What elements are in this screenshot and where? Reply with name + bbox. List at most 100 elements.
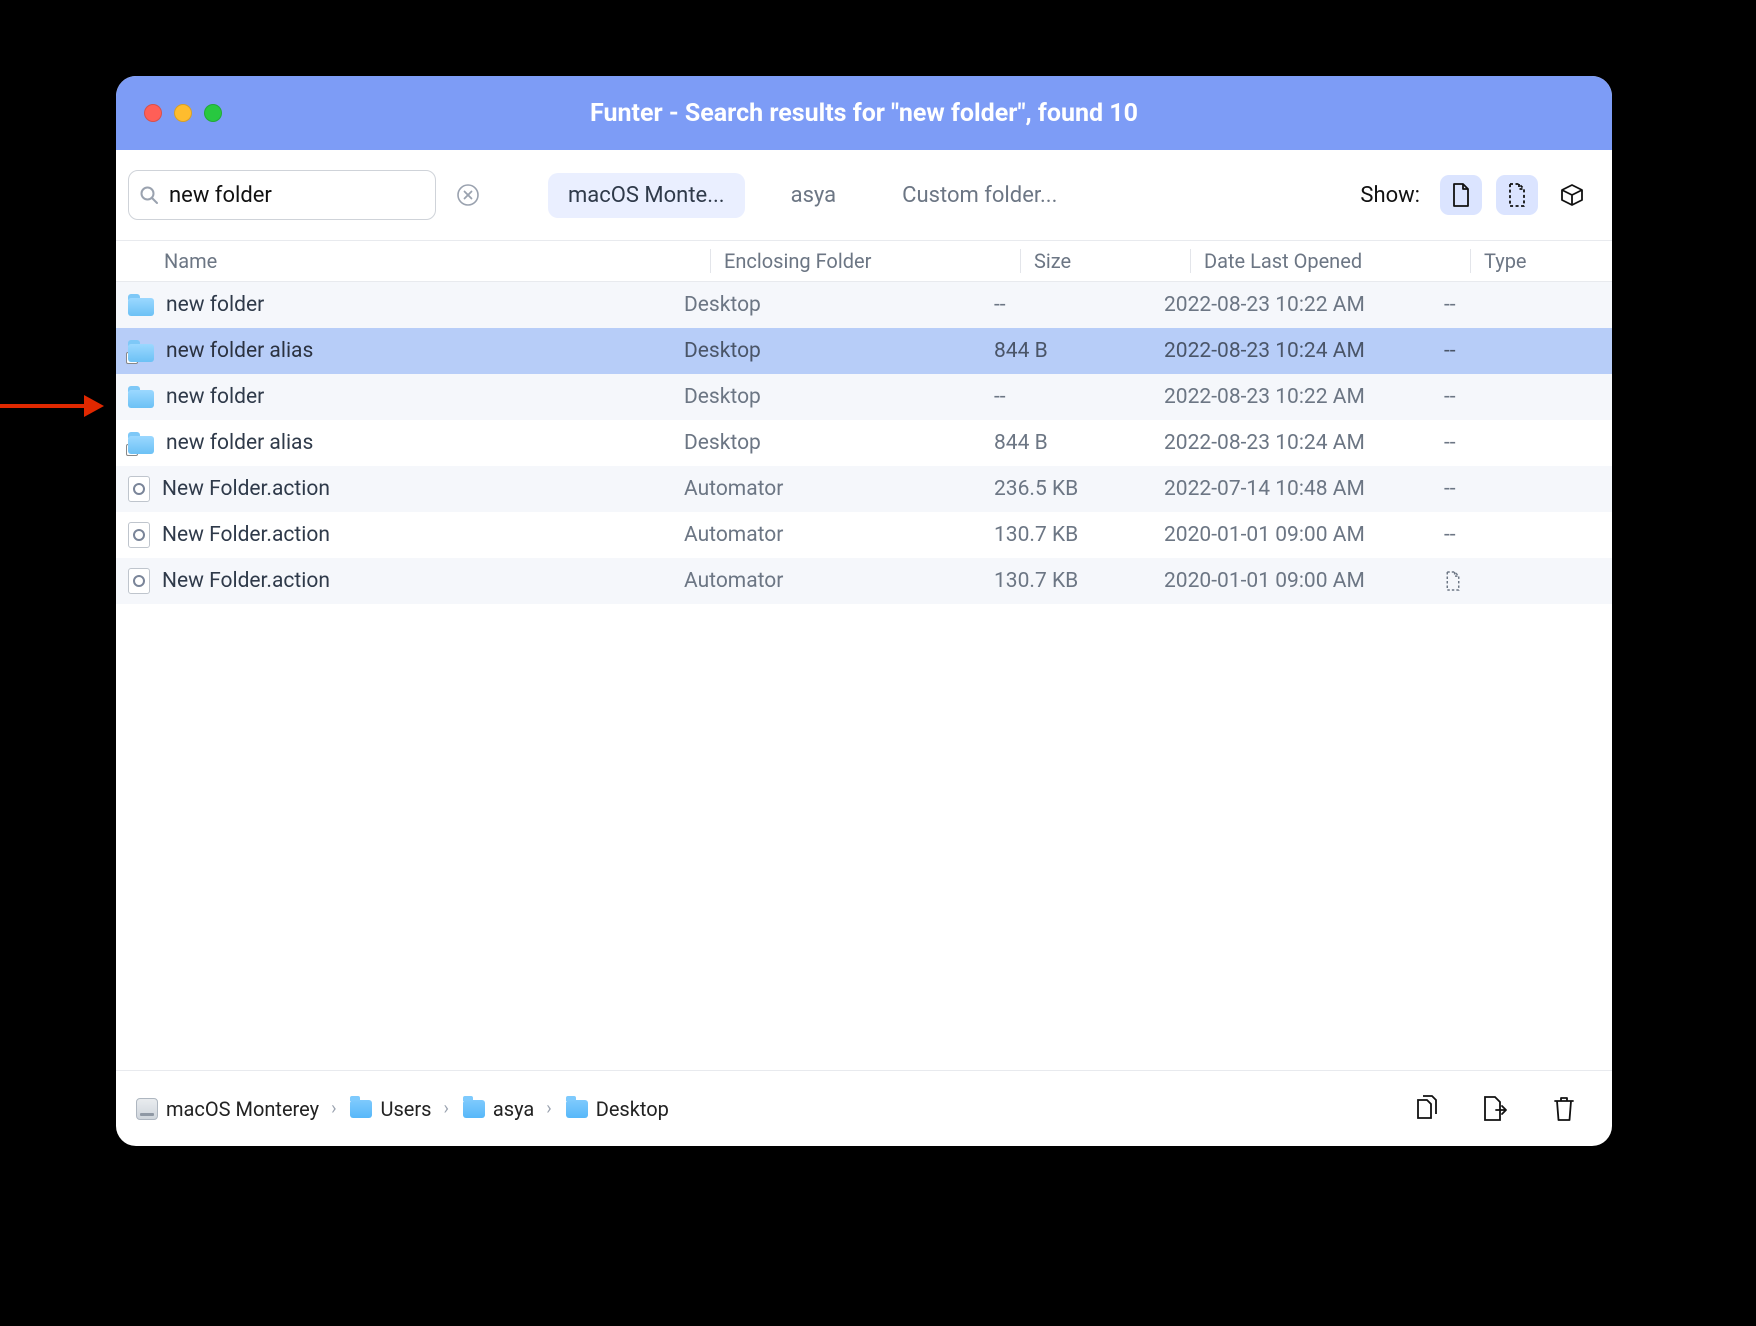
package-icon [1559, 182, 1585, 208]
file-name: new folder [166, 293, 264, 317]
copy-icon [1415, 1094, 1441, 1124]
scope-tab-macos[interactable]: macOS Monte... [548, 173, 745, 218]
cell-date: 2022-08-23 10:24 AM [1164, 339, 1444, 363]
close-window-button[interactable] [144, 104, 162, 122]
col-enclosing[interactable]: Enclosing Folder [720, 241, 1030, 281]
table-row[interactable]: new folderDesktop--2022-08-23 10:22 AM-- [116, 374, 1612, 420]
folder-alias-icon: ↗ [128, 340, 154, 362]
folder-icon [128, 294, 154, 316]
cell-name: New Folder.action [124, 568, 684, 594]
path-label: asya [493, 1097, 534, 1121]
action-file-icon [128, 476, 150, 502]
cell-type: -- [1444, 431, 1554, 455]
show-packages-toggle[interactable] [1552, 175, 1592, 215]
action-file-icon [128, 568, 150, 594]
cell-date: 2022-07-14 10:48 AM [1164, 477, 1444, 501]
scope-tab-user[interactable]: asya [771, 173, 857, 218]
cell-enclosing: Automator [684, 569, 994, 593]
cell-type: -- [1444, 385, 1554, 409]
file-name: New Folder.action [162, 523, 330, 547]
show-visible-toggle[interactable] [1440, 175, 1482, 215]
path-segment-desktop[interactable]: Desktop [566, 1097, 669, 1121]
table-row[interactable]: New Folder.actionAutomator236.5 KB2022-0… [116, 466, 1612, 512]
action-file-icon [128, 522, 150, 548]
copy-button[interactable] [1408, 1089, 1448, 1129]
path-label: macOS Monterey [166, 1097, 319, 1121]
cell-enclosing: Desktop [684, 293, 994, 317]
search-field[interactable] [128, 170, 436, 220]
zoom-window-button[interactable] [204, 104, 222, 122]
folder-icon [463, 1100, 485, 1118]
titlebar[interactable]: Funter - Search results for "new folder"… [116, 76, 1612, 150]
cell-size: 844 B [994, 431, 1164, 455]
clear-icon [457, 184, 479, 206]
path-segment-root[interactable]: macOS Monterey › [136, 1097, 340, 1121]
table-row[interactable]: ↗new folder aliasDesktop844 B2022-08-23 … [116, 420, 1612, 466]
file-name: new folder alias [166, 339, 313, 363]
file-name: New Folder.action [162, 477, 330, 501]
toolbar-right-group: Show: [1360, 175, 1592, 215]
cell-name: ↗ new folder alias [124, 431, 684, 455]
show-label: Show: [1360, 183, 1420, 208]
file-name: new folder alias [166, 431, 313, 455]
cell-type [1444, 570, 1554, 592]
cell-size: -- [994, 293, 1164, 317]
toolbar: macOS Monte... asya Custom folder... Sho… [116, 150, 1612, 240]
hidden-file-icon [1444, 570, 1462, 592]
clear-search-button[interactable] [457, 183, 479, 207]
col-name[interactable]: Name [160, 241, 720, 281]
window-title: Funter - Search results for "new folder"… [116, 99, 1612, 128]
chevron-right-icon: › [546, 1098, 551, 1119]
path-bar: macOS Monterey › Users › asya › Desktop [116, 1070, 1612, 1146]
annotation-arrow [0, 395, 104, 415]
scope-tab-custom[interactable]: Custom folder... [882, 173, 1077, 218]
folder-icon [350, 1100, 372, 1118]
cell-enclosing: Desktop [684, 431, 994, 455]
cell-type: -- [1444, 523, 1554, 547]
results-table: Name Enclosing Folder Size Date Last Ope… [116, 240, 1612, 1070]
col-date[interactable]: Date Last Opened [1200, 241, 1480, 281]
file-icon [1450, 182, 1472, 208]
path-segment-users[interactable]: Users › [350, 1097, 452, 1121]
trash-icon [1552, 1095, 1576, 1123]
search-icon [139, 185, 159, 205]
search-input[interactable] [169, 183, 447, 208]
table-row[interactable]: new folderDesktop--2022-08-23 10:22 AM-- [116, 282, 1612, 328]
scope-tabs: macOS Monte... asya Custom folder... [548, 173, 1077, 218]
cell-name: New Folder.action [124, 522, 684, 548]
cell-name: ↗ new folder alias [124, 339, 684, 363]
cell-size: -- [994, 385, 1164, 409]
col-type[interactable]: Type [1480, 241, 1590, 281]
move-button[interactable] [1476, 1089, 1516, 1129]
cell-type: -- [1444, 293, 1554, 317]
table-row[interactable]: New Folder.actionAutomator130.7 KB2020-0… [116, 558, 1612, 604]
table-header[interactable]: Name Enclosing Folder Size Date Last Ope… [116, 240, 1612, 282]
cell-name: new folder [124, 293, 684, 317]
table-row[interactable]: ↗new folder aliasDesktop844 B2022-08-23 … [116, 328, 1612, 374]
app-window: Funter - Search results for "new folder"… [116, 76, 1612, 1146]
col-size[interactable]: Size [1030, 241, 1200, 281]
cell-name: New Folder.action [124, 476, 684, 502]
file-name: New Folder.action [162, 569, 330, 593]
window-controls [144, 104, 222, 122]
folder-icon [566, 1100, 588, 1118]
disk-icon [136, 1098, 158, 1120]
show-hidden-toggle[interactable] [1496, 175, 1538, 215]
cell-type: -- [1444, 477, 1554, 501]
table-row[interactable]: New Folder.actionAutomator130.7 KB2020-0… [116, 512, 1612, 558]
table-body: new folderDesktop--2022-08-23 10:22 AM--… [116, 282, 1612, 604]
folder-icon [128, 386, 154, 408]
minimize-window-button[interactable] [174, 104, 192, 122]
cell-date: 2022-08-23 10:22 AM [1164, 385, 1444, 409]
cell-name: new folder [124, 385, 684, 409]
folder-alias-icon: ↗ [128, 432, 154, 454]
trash-button[interactable] [1544, 1089, 1584, 1129]
move-icon [1482, 1094, 1510, 1124]
cell-date: 2020-01-01 09:00 AM [1164, 569, 1444, 593]
cell-enclosing: Automator [684, 523, 994, 547]
path-segment-user[interactable]: asya › [463, 1097, 556, 1121]
path-label: Users [380, 1097, 431, 1121]
cell-size: 844 B [994, 339, 1164, 363]
file-name: new folder [166, 385, 264, 409]
cell-enclosing: Desktop [684, 385, 994, 409]
